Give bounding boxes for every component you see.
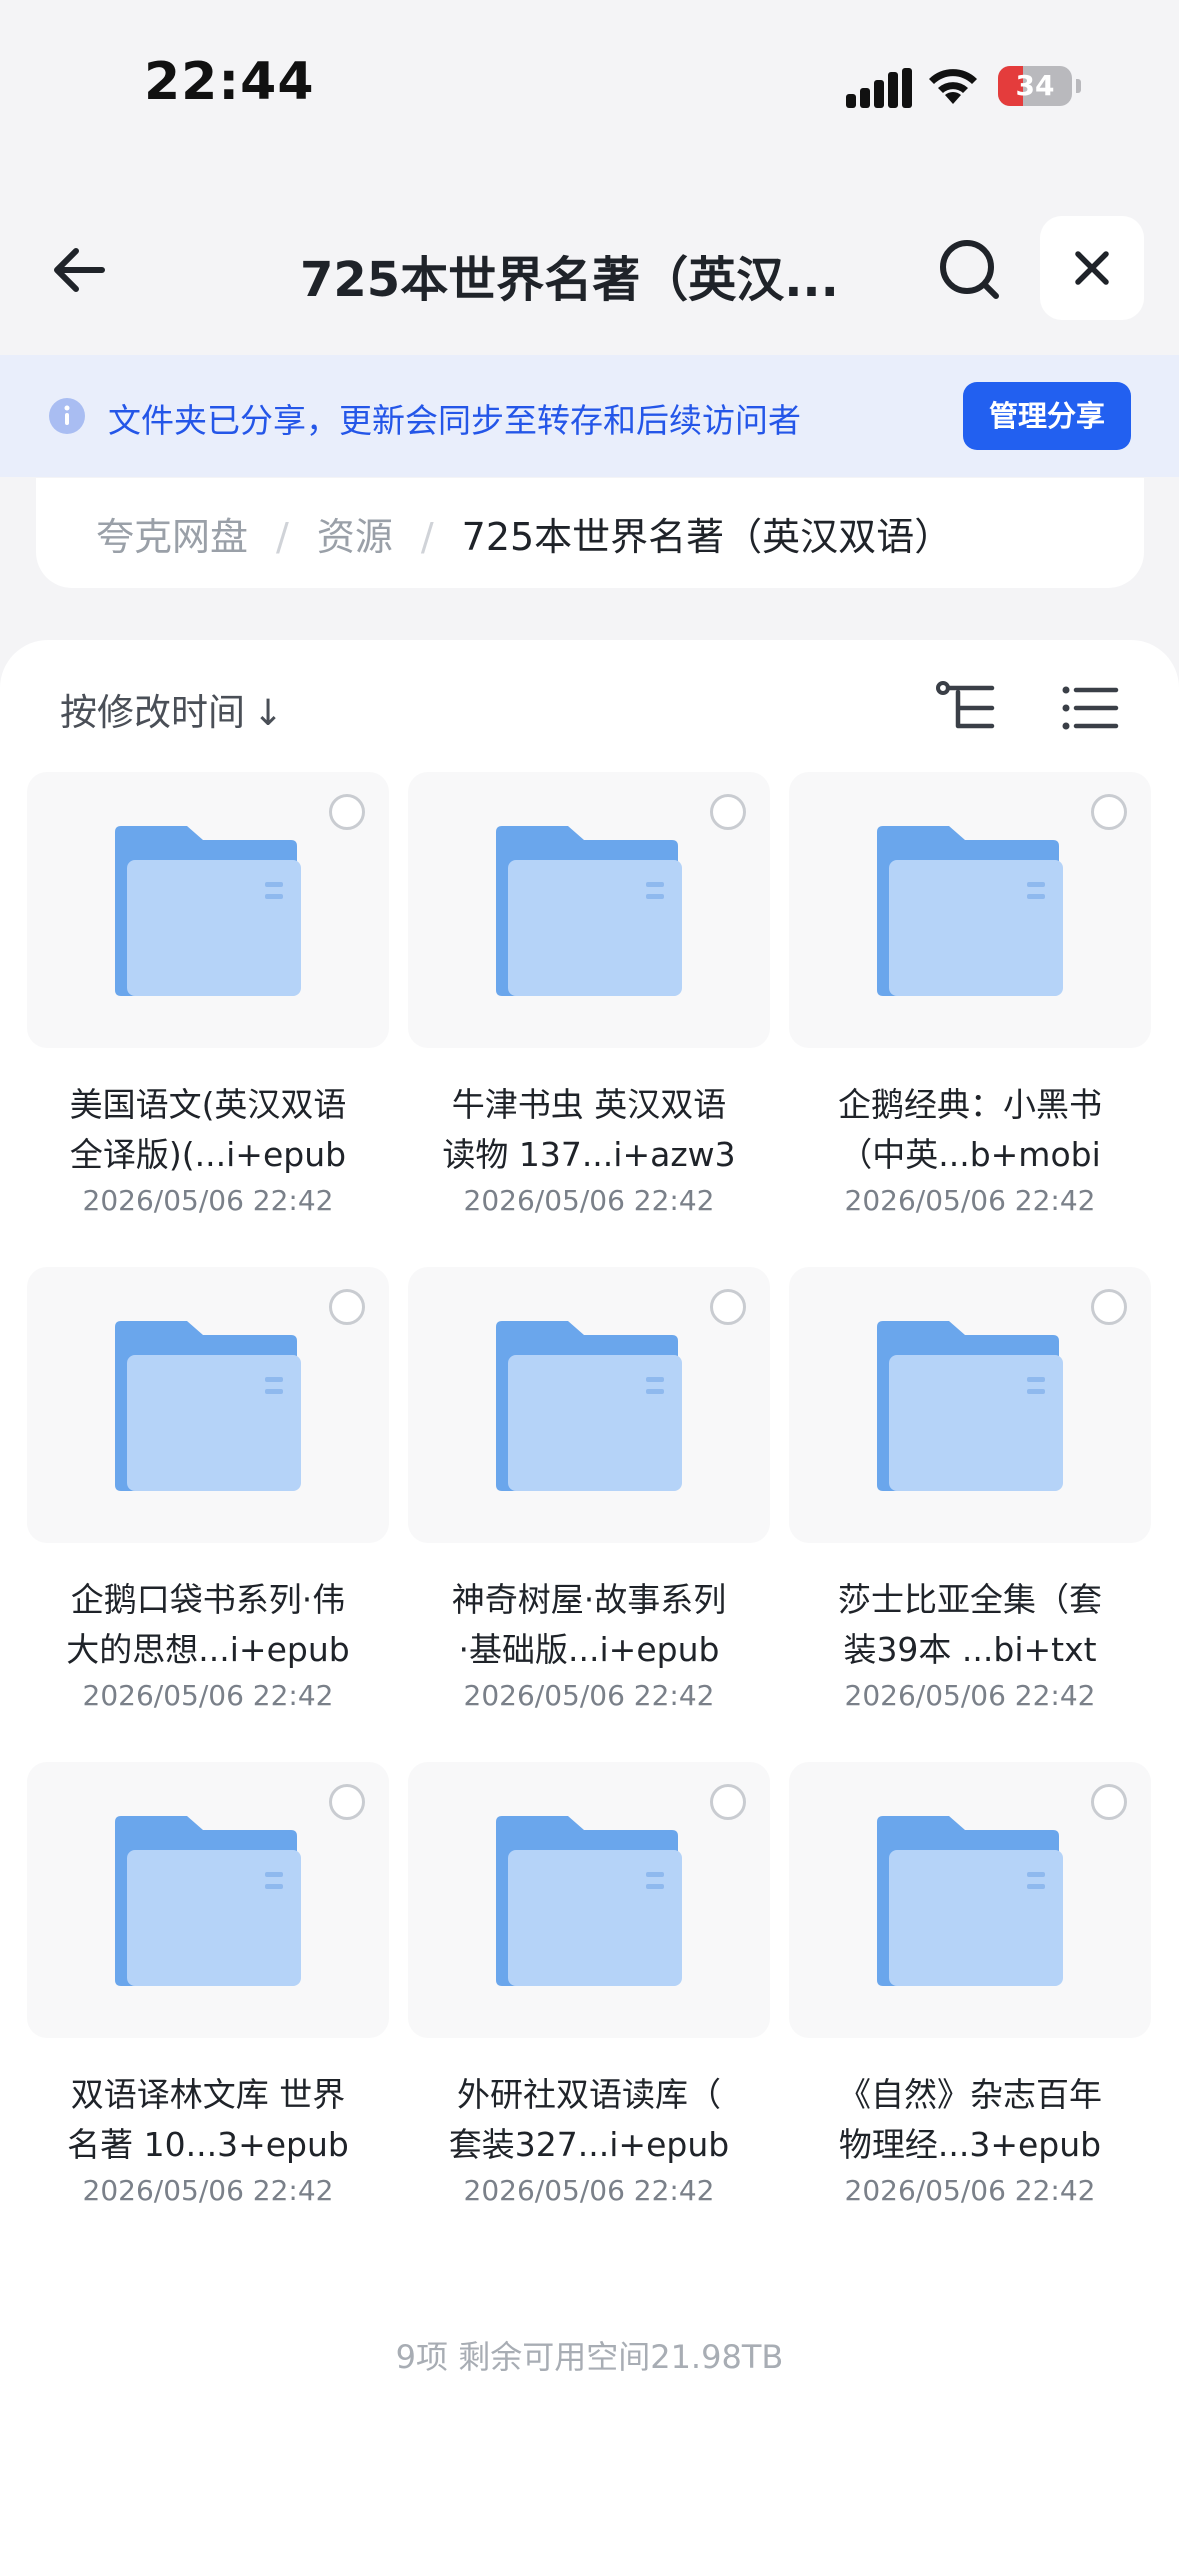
select-checkbox[interactable] [329, 794, 365, 830]
close-button[interactable] [1040, 216, 1144, 320]
folder-icon [115, 1816, 301, 1986]
sort-label: 按修改时间 [60, 691, 245, 734]
back-button[interactable] [40, 230, 120, 310]
breadcrumb-item-quark-drive[interactable]: 夸克网盘 [96, 515, 248, 559]
file-grid-item[interactable]: 《自然》杂志百年 物理经...3+epub 2026/05/06 22:42 [789, 1762, 1151, 2232]
breadcrumb-card: 夸克网盘 / 资源 / 725本世界名著（英汉双语） [36, 478, 1144, 588]
storage-info: 9项 剩余可用空间21.98TB [395, 2338, 784, 2376]
select-checkbox[interactable] [710, 1784, 746, 1820]
list-icon [1062, 686, 1119, 730]
info-icon [49, 398, 85, 434]
file-name: 莎士比亚全集（套 装39本 ...bi+txt [838, 1580, 1102, 1669]
select-checkbox[interactable] [710, 794, 746, 830]
close-icon [1075, 251, 1109, 285]
folder-thumbnail [27, 1267, 389, 1543]
share-status-text: 文件夹已分享，更新会同步至转存和后续访问者 [108, 401, 801, 440]
select-checkbox[interactable] [1091, 1289, 1127, 1325]
file-grid-item[interactable]: 企鹅经典：小黑书 （中英...b+mobi 2026/05/06 22:42 [789, 772, 1151, 1242]
folder-thumbnail [27, 1762, 389, 2038]
search-button[interactable] [930, 230, 1010, 310]
file-name: 企鹅经典：小黑书 （中英...b+mobi [838, 1085, 1102, 1174]
breadcrumb-current: 725本世界名著（英汉双语） [461, 515, 953, 559]
folder-icon [496, 826, 682, 996]
battery-level-text: 34 [1015, 69, 1055, 102]
file-date: 2026/05/06 22:42 [844, 1184, 1096, 1217]
folder-icon [877, 826, 1063, 996]
select-checkbox[interactable] [329, 1784, 365, 1820]
battery-indicator: 34 [998, 66, 1081, 106]
file-date: 2026/05/06 22:42 [844, 2174, 1096, 2207]
file-name: 《自然》杂志百年 物理经...3+epub [838, 2075, 1102, 2164]
file-grid-item[interactable]: 美国语文(英汉双语 全译版)(...i+epub 2026/05/06 22:42 [27, 772, 389, 1242]
sort-selector[interactable]: 按修改时间 ↓ [60, 682, 283, 736]
folder-icon [877, 1321, 1063, 1491]
file-name: 企鹅口袋书系列·伟 大的思想...i+epub [66, 1580, 350, 1669]
tree-view-button[interactable] [934, 676, 998, 740]
manage-share-button[interactable]: 管理分享 [963, 382, 1131, 450]
breadcrumb-separator: / [420, 515, 434, 559]
folder-icon [877, 1816, 1063, 1986]
file-name: 牛津书虫 英汉双语 读物 137...i+azw3 [442, 1085, 736, 1174]
file-name: 美国语文(英汉双语 全译版)(...i+epub [69, 1085, 347, 1174]
page-title: 725本世界名著（英汉... [300, 252, 839, 308]
file-date: 2026/05/06 22:42 [82, 2174, 334, 2207]
tree-structure-icon [936, 681, 995, 729]
file-name: 双语译林文库 世界 名著 10...3+epub [67, 2075, 349, 2164]
select-checkbox[interactable] [710, 1289, 746, 1325]
folder-icon [496, 1321, 682, 1491]
arrow-left-icon [54, 248, 105, 292]
file-date: 2026/05/06 22:42 [82, 1679, 334, 1712]
folder-thumbnail [789, 772, 1151, 1048]
header: 725本世界名著（英汉... [0, 190, 1179, 340]
sort-arrow-down-icon: ↓ [253, 693, 284, 734]
select-checkbox[interactable] [329, 1289, 365, 1325]
folder-thumbnail [789, 1267, 1151, 1543]
folder-icon [115, 826, 301, 996]
file-grid-item[interactable]: 外研社双语读库（ 套装327...i+epub 2026/05/06 22:42 [408, 1762, 770, 2232]
file-grid-item[interactable]: 牛津书虫 英汉双语 读物 137...i+azw3 2026/05/06 22:4… [408, 772, 770, 1242]
status-time: 22:44 [144, 52, 315, 112]
status-bar: 22:44 34 [0, 0, 1179, 150]
folder-thumbnail [789, 1762, 1151, 2038]
breadcrumb-separator: / [276, 515, 289, 559]
wifi-icon [929, 69, 977, 104]
folder-icon [115, 1321, 301, 1491]
share-banner: 文件夹已分享，更新会同步至转存和后续访问者 管理分享 [0, 355, 1179, 477]
breadcrumb-item-resources[interactable]: 资源 [317, 515, 393, 559]
file-name: 外研社双语读库（ 套装327...i+epub [448, 2075, 730, 2164]
folder-thumbnail [27, 772, 389, 1048]
file-list-panel: 按修改时间 ↓ 美国语文(英汉双语 全译版)(...i+epub 2026/05/0… [0, 640, 1179, 2556]
select-checkbox[interactable] [1091, 794, 1127, 830]
file-name: 神奇树屋·故事系列 ·基础版...i+epub [451, 1580, 727, 1669]
file-date: 2026/05/06 22:42 [463, 1184, 715, 1217]
cellular-signal-icon [846, 68, 912, 108]
file-date: 2026/05/06 22:42 [82, 1184, 334, 1217]
file-date: 2026/05/06 22:42 [463, 1679, 715, 1712]
select-checkbox[interactable] [1091, 1784, 1127, 1820]
file-grid-item[interactable]: 莎士比亚全集（套 装39本 ...bi+txt 2026/05/06 22:42 [789, 1267, 1151, 1737]
folder-thumbnail [408, 772, 770, 1048]
list-view-button[interactable] [1058, 676, 1122, 740]
folder-icon [496, 1816, 682, 1986]
folder-thumbnail [408, 1762, 770, 2038]
file-date: 2026/05/06 22:42 [844, 1679, 1096, 1712]
file-date: 2026/05/06 22:42 [463, 2174, 715, 2207]
file-grid-item[interactable]: 企鹅口袋书系列·伟 大的思想...i+epub 2026/05/06 22:42 [27, 1267, 389, 1737]
folder-thumbnail [408, 1267, 770, 1543]
search-icon [940, 240, 999, 299]
file-grid-item[interactable]: 神奇树屋·故事系列 ·基础版...i+epub 2026/05/06 22:42 [408, 1267, 770, 1737]
breadcrumb: 夸克网盘 / 资源 / 725本世界名著（英汉双语） [96, 506, 952, 561]
file-grid-item[interactable]: 双语译林文库 世界 名著 10...3+epub 2026/05/06 22:42 [27, 1762, 389, 2232]
